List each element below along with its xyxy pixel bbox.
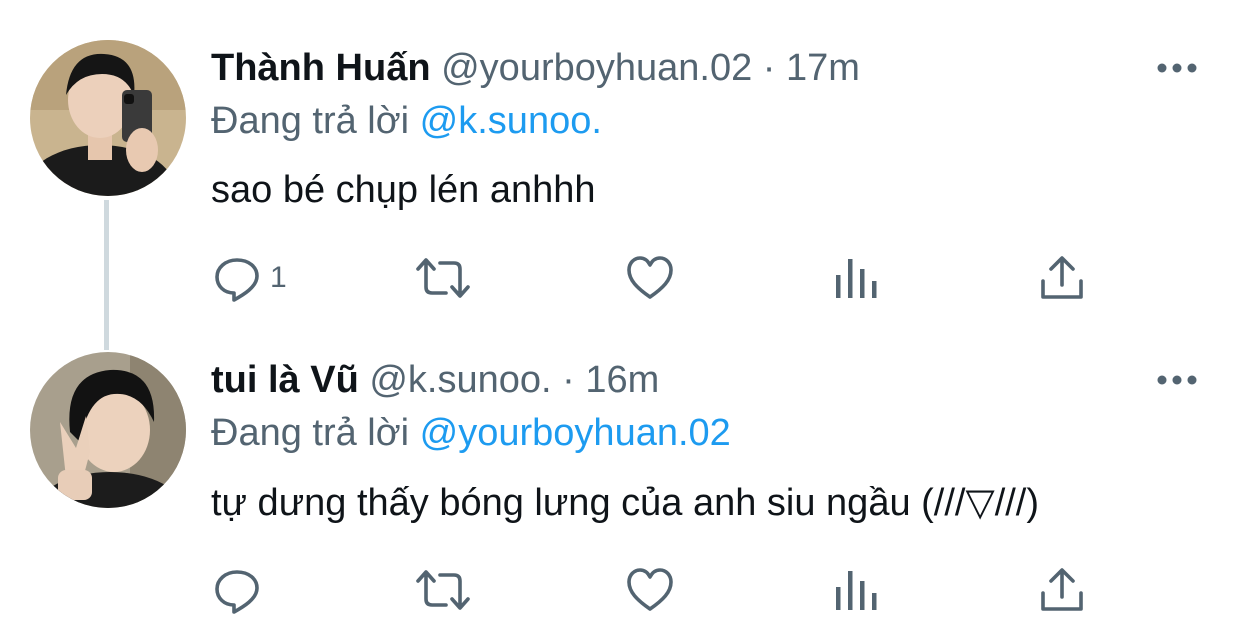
tweet[interactable]: Thành Huấn @yourboyhuan.02 · 17m Đang tr… xyxy=(0,0,1242,320)
retweet-icon xyxy=(416,570,470,610)
timestamp[interactable]: 16m xyxy=(585,359,659,401)
tweet-actions: 1 xyxy=(0,248,1242,308)
replying-to-line: Đang trả lời @yourboyhuan.02 xyxy=(211,408,731,458)
share-icon xyxy=(1041,256,1083,299)
replying-to-label: Đang trả lời xyxy=(211,412,410,454)
tweet[interactable]: tui là Vũ @k.sunoo. · 16m Đang trả lời @… xyxy=(0,320,1242,635)
display-name[interactable]: tui là Vũ xyxy=(211,359,359,401)
views-button[interactable] xyxy=(833,248,879,308)
avatar[interactable] xyxy=(30,40,186,196)
share-icon xyxy=(1041,568,1083,611)
share-button[interactable] xyxy=(1038,560,1086,620)
tweet-text: sao bé chụp lén anhhh xyxy=(211,169,596,211)
mention-link[interactable]: @yourboyhuan.02 xyxy=(420,412,731,454)
views-icon xyxy=(836,259,877,298)
more-options-button[interactable] xyxy=(1152,53,1202,83)
retweet-icon xyxy=(416,258,470,298)
tweet-header: Thành Huấn @yourboyhuan.02 · 17m xyxy=(211,43,1112,93)
tweet-header: tui là Vũ @k.sunoo. · 16m xyxy=(211,355,1112,405)
share-button[interactable] xyxy=(1038,248,1086,308)
timestamp[interactable]: 17m xyxy=(786,47,860,89)
like-icon xyxy=(627,568,673,611)
more-icon xyxy=(1157,375,1197,385)
views-icon xyxy=(836,571,877,610)
like-button[interactable] xyxy=(625,560,675,620)
reply-count: 1 xyxy=(270,261,287,294)
retweet-button[interactable] xyxy=(414,248,472,308)
replying-to-label: Đang trả lời xyxy=(211,100,410,142)
mention-link[interactable]: @k.sunoo. xyxy=(420,100,602,142)
more-options-button[interactable] xyxy=(1152,365,1202,395)
user-handle[interactable]: @yourboyhuan.02 xyxy=(441,47,752,89)
tweet-actions xyxy=(0,560,1242,620)
like-button[interactable] xyxy=(625,248,675,308)
reply-button[interactable] xyxy=(212,560,270,620)
separator-dot: · xyxy=(762,47,776,89)
user-handle[interactable]: @k.sunoo. xyxy=(369,359,551,401)
avatar[interactable] xyxy=(30,352,186,508)
tweet-text: tự dưng thấy bóng lưng của anh siu ngầu … xyxy=(211,482,1040,524)
separator-dot: · xyxy=(562,359,575,401)
replying-to-line: Đang trả lời @k.sunoo. xyxy=(211,96,602,146)
display-name[interactable]: Thành Huấn xyxy=(211,47,431,89)
reply-button[interactable]: 1 xyxy=(212,248,287,308)
views-button[interactable] xyxy=(833,560,879,620)
like-icon xyxy=(627,256,673,299)
more-icon xyxy=(1157,63,1197,73)
reply-icon xyxy=(215,258,259,302)
retweet-button[interactable] xyxy=(414,560,472,620)
reply-icon xyxy=(215,570,259,614)
